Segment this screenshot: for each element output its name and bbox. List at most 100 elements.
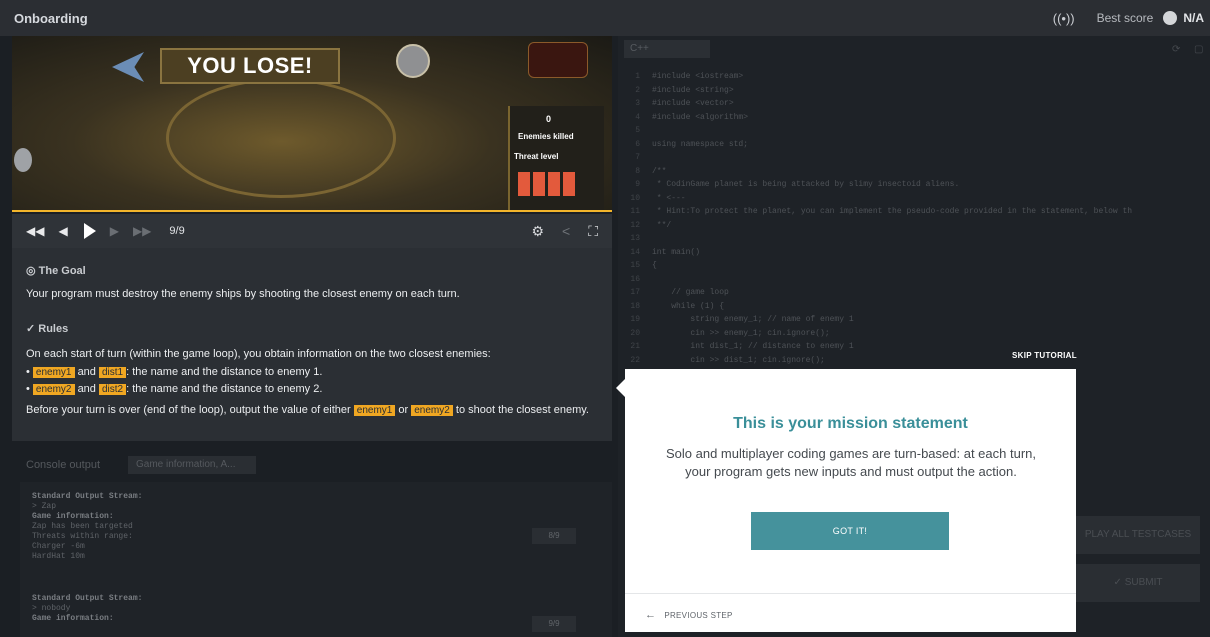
console-line: > nobody	[32, 604, 71, 613]
console-line: HardHat 10m	[32, 552, 85, 561]
code-line: 11 * Hint:To protect the planet, you can…	[618, 205, 1210, 219]
threat-level-label: Threat level	[514, 152, 559, 161]
code-var: enemy1	[353, 405, 396, 416]
rewind-icon[interactable]: ◀◀	[26, 224, 44, 238]
code-area[interactable]: 1 #include <iostream> 2 #include <string> 3 #…	[618, 70, 1210, 370]
frame-counter: 9/9	[169, 225, 185, 237]
goal-heading: ◎ The Goal	[26, 265, 86, 277]
language-select[interactable]: C++	[624, 40, 710, 58]
code-line: 22 cin >> dist_1; cin.ignore();	[618, 354, 1210, 368]
line-number: 2	[635, 85, 640, 95]
console-line: > Zap	[32, 502, 57, 511]
radar-display	[528, 42, 588, 78]
skip-tutorial-link[interactable]: SKIP TUTORIAL	[1012, 351, 1077, 360]
play-all-testcases-button[interactable]: PLAY ALL TESTCASES	[1076, 516, 1200, 554]
editor-toolbar: C++ ⟳ ▢	[618, 36, 1210, 62]
expand-icon[interactable]: ▢	[1194, 44, 1203, 55]
console-line: Standard Output Stream:	[32, 594, 143, 603]
code-text: int dist_1; // distance to enemy 1	[652, 342, 854, 351]
previous-step-label: PREVIOUS STEP	[664, 611, 733, 620]
statement-panel: ◎ The Goal Your program must destroy the…	[12, 248, 612, 441]
code-text: /**	[652, 166, 667, 176]
previous-step-link[interactable]: ← PREVIOUS STEP	[645, 609, 733, 621]
tooltip-arrow	[616, 379, 625, 397]
line-number: 16	[630, 274, 640, 284]
line-number: 9	[635, 180, 640, 189]
code-text: int main()	[652, 247, 701, 257]
console-line: Game information:	[32, 512, 114, 521]
line-number: 11	[630, 207, 640, 216]
step-back-icon[interactable]: ◀	[58, 224, 67, 238]
line-number: 12	[630, 220, 640, 230]
rules-heading: ✓ Rules	[26, 323, 69, 335]
got-it-button[interactable]: GOT IT!	[751, 512, 949, 550]
code-line: 5	[618, 124, 1210, 138]
code-var: enemy2	[32, 384, 75, 395]
code-text: string enemy_1; // name of enemy 1	[652, 315, 854, 324]
line-number: 7	[635, 153, 640, 162]
player-ship-icon	[112, 52, 144, 82]
alien-icon	[14, 148, 32, 172]
console-header: Console output Game information, A...	[12, 452, 612, 478]
line-number: 22	[630, 355, 640, 365]
alien-icon	[396, 44, 430, 78]
code-text: #include <iostream>	[652, 72, 744, 81]
console-line: Zap has been targeted	[32, 522, 133, 531]
share-icon[interactable]: <	[562, 223, 570, 239]
replay-controls: ◀◀ ◀ ▶ ▶▶ 9/9 ⚙ < ⛶	[12, 214, 612, 248]
code-line: 19 string enemy_1; // name of enemy 1	[618, 313, 1210, 327]
code-var: enemy1	[32, 367, 75, 378]
code-line: 1 #include <iostream>	[618, 70, 1210, 84]
console-line: Game information:	[32, 614, 114, 623]
rule-text: : the name and the distance to enemy 1.	[126, 366, 323, 378]
code-text: // game loop	[652, 288, 729, 297]
console-frame-badge[interactable]: 8/9	[532, 528, 576, 544]
replay-tools: ⚙ < ⛶	[531, 223, 598, 240]
code-text: * Hint:To protect the planet, you can im…	[652, 207, 1133, 216]
code-text: #include <algorithm>	[652, 112, 749, 122]
play-icon[interactable]	[83, 223, 96, 239]
best-score-value: N/A	[1183, 10, 1204, 25]
code-line: 10 * <---	[618, 192, 1210, 206]
console-line: Charger -6m	[32, 542, 85, 551]
code-line: 18 while (1) {	[618, 300, 1210, 314]
console-output[interactable]: Standard Output Stream: > Zap Game infor…	[20, 482, 612, 637]
fast-forward-icon[interactable]: ▶▶	[133, 224, 151, 238]
code-line: 8 /**	[618, 165, 1210, 179]
threat-bar	[548, 172, 560, 196]
console-line: Standard Output Stream:	[32, 492, 143, 501]
console-filter-select[interactable]: Game information, A...	[128, 456, 256, 474]
threat-bar	[563, 172, 575, 196]
code-text: * CodinGame planet is being attacked by …	[652, 180, 960, 189]
code-line: 15 {	[618, 259, 1210, 273]
step-forward-icon[interactable]: ▶	[110, 224, 119, 238]
code-var: enemy2	[411, 405, 453, 416]
code-text: * <---	[652, 193, 686, 203]
threat-level-bars	[518, 172, 575, 196]
code-text: #include <vector>	[652, 99, 734, 108]
game-viewer[interactable]: YOU LOSE! 0 Enemies killed Threat level	[12, 36, 612, 212]
line-number: 4	[635, 112, 640, 122]
arena-ring	[166, 78, 396, 198]
game-result-banner: YOU LOSE!	[160, 48, 340, 84]
code-line: 17 // game loop	[618, 286, 1210, 300]
gear-icon[interactable]: ⚙	[531, 223, 544, 240]
fullscreen-icon[interactable]: ⛶	[588, 223, 598, 240]
broadcast-icon[interactable]: ((•))	[1053, 11, 1075, 26]
console-frame-badge[interactable]: 9/9	[532, 616, 576, 632]
tooltip-title: This is your mission statement	[733, 415, 968, 432]
reset-icon[interactable]: ⟳	[1172, 44, 1180, 55]
threat-bar	[533, 172, 545, 196]
tutorial-tooltip: This is your mission statement Solo and …	[616, 369, 1076, 632]
enemies-killed-label: Enemies killed	[518, 132, 574, 141]
rule-bullet-2: • enemy2 and dist2: the name and the dis…	[26, 383, 323, 395]
game-hud: 0 Enemies killed Threat level	[508, 106, 604, 210]
line-number: 18	[630, 301, 640, 311]
replay-progress-bar[interactable]	[12, 210, 612, 212]
code-text: using namespace std;	[652, 139, 749, 149]
submit-button[interactable]: ✓ SUBMIT	[1076, 564, 1200, 602]
page-title: Onboarding	[14, 10, 88, 26]
tooltip-divider	[625, 593, 1076, 594]
code-line: 3 #include <vector>	[618, 97, 1210, 111]
line-number: 10	[630, 193, 640, 203]
